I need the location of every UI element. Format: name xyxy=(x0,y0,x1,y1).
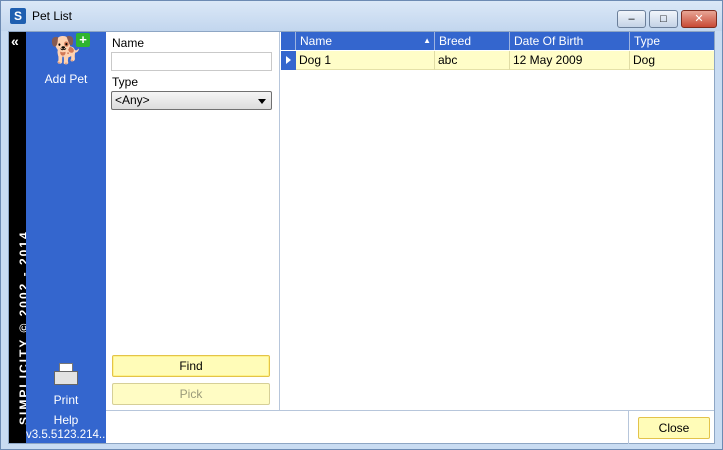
dog-icon: 🐕 + xyxy=(50,33,90,69)
app-icon: S xyxy=(10,8,26,24)
version-label: v3.5.5123.214... xyxy=(26,429,109,441)
pet-grid: Name ▲ Breed Date Of Birth Type Dog 1 ab… xyxy=(281,32,714,410)
add-pet-label: Add Pet xyxy=(44,72,88,86)
column-header-date-of-birth[interactable]: Date Of Birth xyxy=(510,32,630,50)
table-row[interactable]: Dog 1 abc 12 May 2009 Dog xyxy=(281,51,714,70)
filter-panel: Name Type <Any> Find Pick xyxy=(106,32,280,410)
help-link[interactable]: Help xyxy=(26,413,106,427)
sidebar: 🐕 + Add Pet Print Help v3.5.5123.214... xyxy=(26,32,109,443)
column-header-type[interactable]: Type xyxy=(630,32,714,50)
title-bar[interactable]: S Pet List – □ ✕ xyxy=(1,1,722,31)
row-selector-header xyxy=(281,32,296,50)
cell-name[interactable]: Dog 1 xyxy=(296,51,435,70)
column-header-breed[interactable]: Breed xyxy=(435,32,510,50)
column-header-name[interactable]: Name ▲ xyxy=(296,32,435,50)
pick-button[interactable]: Pick xyxy=(112,383,270,405)
maximize-button[interactable]: □ xyxy=(649,10,678,28)
pet-list-window: S Pet List – □ ✕ « SIMPLICITY © 2002 - 2… xyxy=(0,0,723,450)
type-select-value: <Any> xyxy=(115,93,150,107)
print-label: Print xyxy=(53,393,79,407)
window-title: Pet List xyxy=(32,9,73,23)
cell-date-of-birth[interactable]: 12 May 2009 xyxy=(510,51,630,70)
client-area: « SIMPLICITY © 2002 - 2014 🐕 + Add Pet P… xyxy=(8,31,715,444)
printer-icon xyxy=(53,362,79,390)
name-input[interactable] xyxy=(111,52,272,71)
row-selector[interactable] xyxy=(281,51,296,70)
print-button[interactable]: Print xyxy=(26,362,106,407)
divider xyxy=(628,411,629,444)
type-select[interactable]: <Any> xyxy=(111,91,272,110)
close-button[interactable]: Close xyxy=(638,417,710,439)
bottom-bar: Close xyxy=(106,410,714,444)
cell-breed[interactable]: abc xyxy=(435,51,510,70)
minimize-button[interactable]: – xyxy=(617,10,646,28)
window-close-button[interactable]: ✕ xyxy=(681,10,717,28)
cell-type[interactable]: Dog xyxy=(630,51,714,70)
plus-icon: + xyxy=(76,33,90,47)
sort-ascending-icon: ▲ xyxy=(423,36,431,45)
name-label: Name xyxy=(112,36,145,50)
grid-header: Name ▲ Breed Date Of Birth Type xyxy=(281,32,714,50)
current-row-icon xyxy=(286,56,291,64)
brand-strip: « SIMPLICITY © 2002 - 2014 xyxy=(9,32,31,443)
collapse-chevron-icon[interactable]: « xyxy=(11,33,19,49)
find-button[interactable]: Find xyxy=(112,355,270,377)
chevron-down-icon xyxy=(258,99,266,104)
add-pet-button[interactable]: 🐕 + Add Pet xyxy=(26,33,106,86)
type-label: Type xyxy=(112,75,139,89)
